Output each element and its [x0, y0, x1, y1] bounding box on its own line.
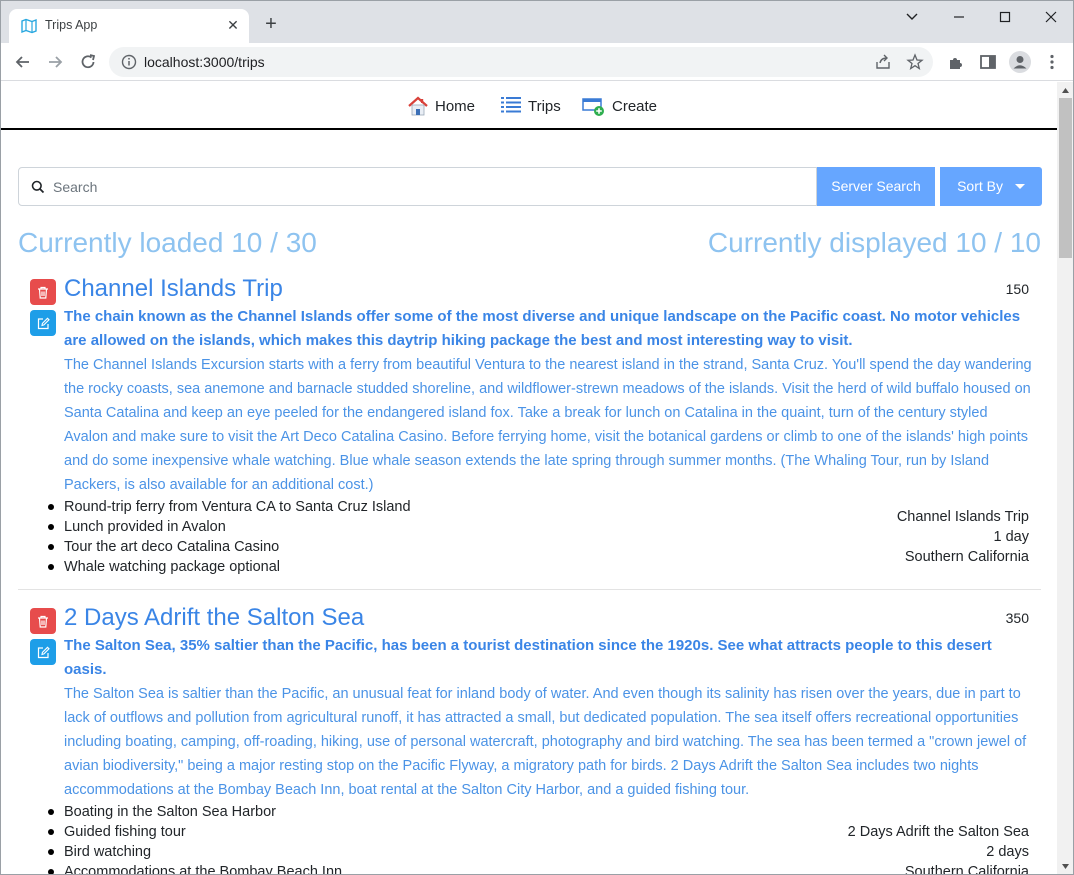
tab-strip: Trips App ✕ + [1, 1, 1073, 43]
menu-kebab-icon[interactable] [1042, 52, 1062, 72]
profile-icon [1013, 56, 1027, 69]
loaded-count: Currently loaded 10 / 30 [18, 227, 317, 258]
trip-card: 2 Days Adrift the Salton Sea 350 The Sal… [18, 601, 1041, 875]
search-box [18, 167, 817, 206]
scroll-thumb[interactable] [1059, 98, 1072, 258]
trash-icon [38, 615, 48, 628]
trip-description: The Salton Sea is saltier than the Pacif… [64, 686, 1027, 798]
reload-icon[interactable] [78, 52, 98, 72]
meta-name: Channel Islands Trip [896, 509, 1029, 525]
meta-region: Southern California [904, 549, 1029, 565]
house-icon [408, 96, 428, 116]
page-viewport: Home Trips Create Search Server Search S… [1, 82, 1057, 875]
delete-button[interactable] [30, 279, 56, 305]
list-item: Tour the art deco Catalina Casino [48, 537, 411, 557]
nav-home-label: Home [435, 97, 476, 115]
add-window-icon [582, 98, 604, 116]
search-icon [31, 180, 45, 194]
share-icon[interactable] [874, 53, 892, 71]
edit-button[interactable] [30, 639, 56, 665]
tab-close-icon[interactable]: ✕ [224, 17, 242, 33]
nav-home[interactable]: Home [407, 94, 475, 118]
meta-name: 2 Days Adrift the Salton Sea [847, 824, 1029, 840]
trip-title[interactable]: 2 Days Adrift the Salton Sea [64, 604, 364, 632]
trip-price: 350 [1005, 610, 1029, 626]
sort-by-dropdown[interactable]: Sort By [940, 167, 1042, 206]
trip-description: The Channel Islands Excursion starts wit… [64, 357, 1032, 493]
server-search-button[interactable]: Server Search [817, 167, 935, 206]
address-bar[interactable]: localhost:3000/trips [109, 47, 933, 77]
browser-toolbar: localhost:3000/trips [1, 43, 1073, 81]
trip-summary: The Salton Sea, 35% saltier than the Pac… [64, 637, 992, 678]
nav-trips-label: Trips [528, 97, 561, 115]
app-navbar: Home Trips Create [1, 82, 1057, 130]
url-text: localhost:3000/trips [144, 54, 265, 70]
scroll-down-arrow-icon[interactable] [1061, 862, 1070, 871]
maximize-glyph [999, 11, 1011, 23]
list-item: Accommodations at the Bombay Beach Inn [47, 862, 342, 874]
sort-by-label: Sort By [957, 178, 1003, 194]
extensions-icon[interactable] [946, 52, 966, 72]
tab-title: Trips App [45, 18, 98, 32]
edit-button[interactable] [30, 310, 56, 336]
side-panel-icon[interactable] [978, 52, 998, 72]
edit-icon [37, 646, 50, 658]
trash-icon [38, 286, 48, 299]
trip-summary: The chain known as the Channel Islands o… [64, 308, 1021, 349]
minimize-glyph [954, 16, 964, 18]
browser-tab[interactable]: Trips App ✕ [9, 9, 249, 43]
new-tab-icon[interactable]: + [260, 14, 282, 34]
displayed-count: Currently displayed 10 / 10 [707, 227, 1041, 258]
list-item: Whale watching package optional [48, 557, 411, 577]
back-icon[interactable] [13, 52, 33, 72]
profile-avatar[interactable] [1009, 51, 1031, 73]
caret-down-icon [1014, 184, 1025, 190]
nav-create[interactable]: Create [582, 94, 657, 118]
tab-search-icon[interactable] [898, 7, 926, 27]
page-scrollbar[interactable] [1057, 82, 1073, 874]
trip-title[interactable]: Channel Islands Trip [64, 275, 283, 303]
scroll-up-arrow-icon[interactable] [1061, 86, 1070, 95]
nav-create-label: Create [612, 97, 658, 115]
trip-meta: 2 Days Adrift the Salton Sea 2 days Sout… [847, 822, 1029, 875]
trip-highlights: Round-trip ferry from Ventura CA to Sant… [48, 497, 411, 577]
trip-card: Channel Islands Trip 150 The chain known… [18, 272, 1041, 592]
minimize-icon[interactable] [945, 7, 973, 27]
trip-highlights: Boating in the Salton Sea Harbor Guided … [47, 802, 342, 874]
close-glyph [1045, 11, 1057, 23]
trip-price: 150 [1005, 281, 1029, 297]
search-input[interactable] [51, 169, 811, 204]
meta-region: Southern California [904, 864, 1029, 875]
trip-meta: Channel Islands Trip 1 day Southern Cali… [897, 507, 1029, 567]
server-search-label: Server Search [831, 178, 921, 194]
info-icon[interactable] [121, 54, 137, 70]
map-icon [21, 18, 37, 34]
window-close-icon[interactable] [1037, 7, 1065, 27]
list-item: Guided fishing tour [47, 822, 342, 842]
list-item: Bird watching [47, 842, 342, 862]
nav-trips[interactable]: Trips [501, 94, 561, 118]
list-item: Round-trip ferry from Ventura CA to Sant… [48, 499, 411, 515]
bookmark-star-icon[interactable] [906, 53, 924, 71]
browser-window: Trips App ✕ + localhost:3000/trips Home … [0, 0, 1074, 875]
list-item: Lunch provided in Avalon [48, 517, 411, 537]
maximize-icon[interactable] [991, 7, 1019, 27]
meta-duration: 2 days [986, 844, 1029, 860]
edit-icon [37, 317, 50, 329]
forward-icon[interactable] [45, 52, 65, 72]
list-item: Boating in the Salton Sea Harbor [47, 802, 342, 822]
delete-button[interactable] [30, 608, 56, 634]
meta-duration: 1 day [993, 529, 1029, 545]
card-divider [18, 589, 1041, 590]
list-icon [501, 97, 521, 113]
